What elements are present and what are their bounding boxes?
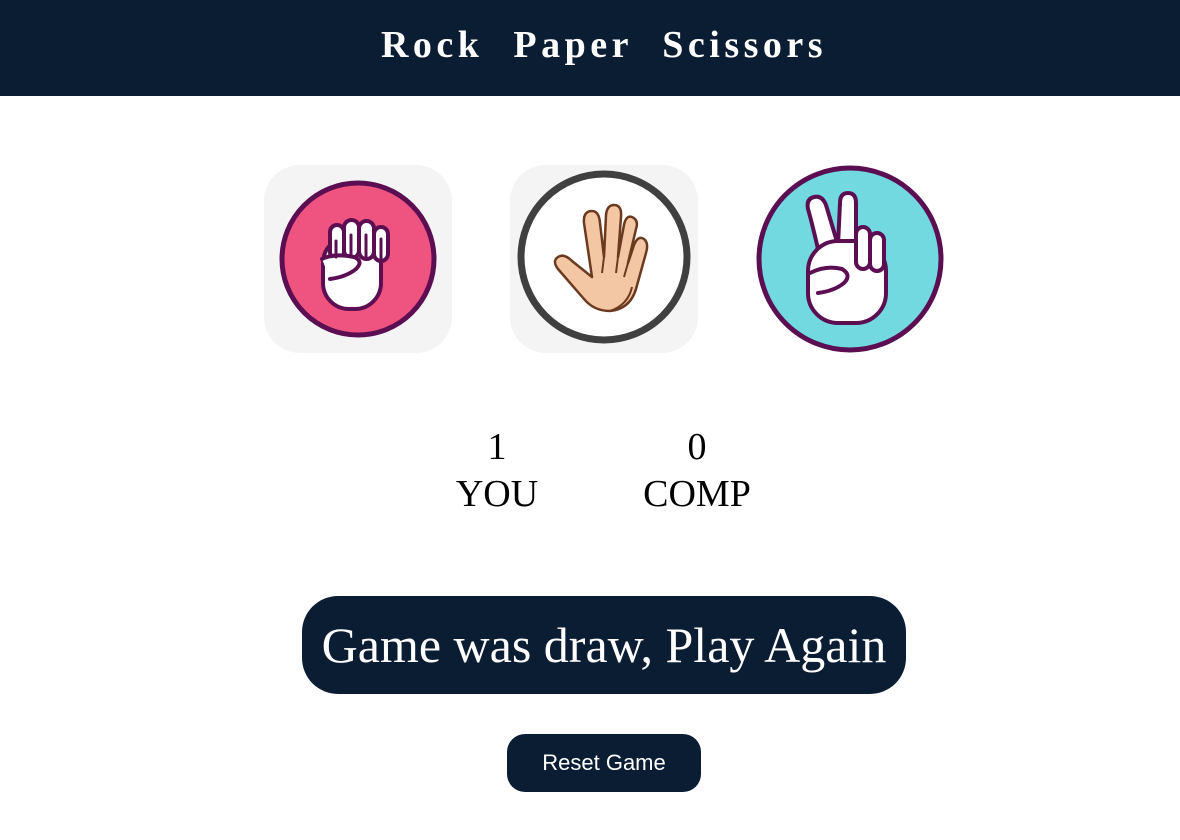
reset-game-button[interactable]: Reset Game bbox=[507, 734, 701, 792]
user-score-panel: 1 YOU bbox=[447, 424, 547, 518]
rock-choice-button[interactable] bbox=[264, 165, 452, 353]
user-score: 1 bbox=[487, 426, 507, 468]
result-message: Game was draw, Play Again bbox=[302, 596, 906, 694]
user-score-label: YOU bbox=[455, 473, 539, 515]
paper-choice-button[interactable] bbox=[510, 165, 698, 353]
comp-score: 0 bbox=[687, 426, 707, 468]
rock-fist-icon bbox=[279, 180, 437, 338]
scissors-hand-icon bbox=[756, 165, 944, 353]
page-title: Rock Paper Scissors bbox=[380, 24, 828, 66]
comp-score-label: COMP bbox=[643, 473, 751, 515]
scissors-choice-button[interactable] bbox=[756, 165, 944, 353]
header-bar: Rock Paper Scissors bbox=[0, 0, 1180, 96]
comp-score-panel: 0 COMP bbox=[627, 424, 767, 518]
paper-hand-icon bbox=[517, 170, 691, 344]
